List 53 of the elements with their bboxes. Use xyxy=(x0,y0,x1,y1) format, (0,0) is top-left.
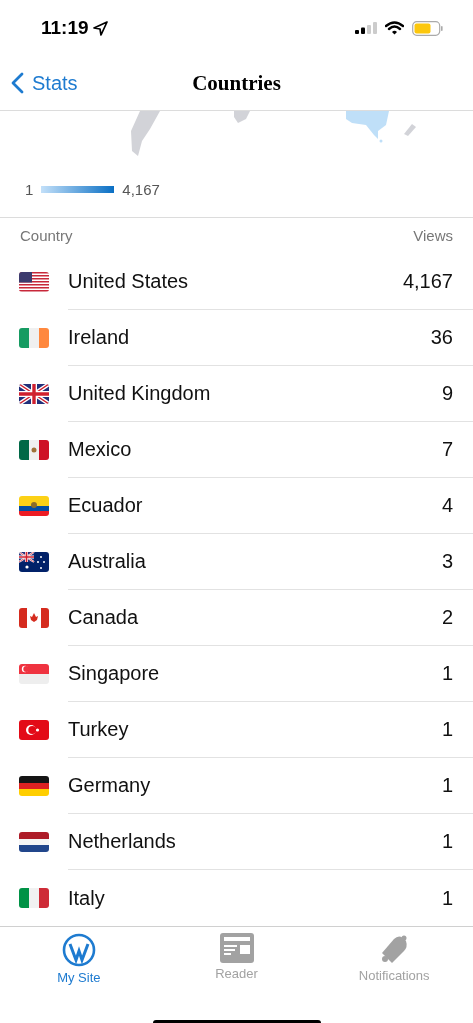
country-name: Germany xyxy=(68,774,151,797)
flag-icon xyxy=(19,440,49,460)
view-count: 4 xyxy=(441,494,453,517)
flag-icon xyxy=(19,832,49,852)
legend-max: 4,167 xyxy=(122,180,160,198)
country-name: Singapore xyxy=(68,662,160,685)
wifi-icon xyxy=(385,21,404,35)
flag-icon xyxy=(19,608,49,628)
column-header: Views xyxy=(413,227,453,246)
wordpress-logo-icon xyxy=(61,933,96,967)
view-count: 1 xyxy=(441,774,453,797)
newspaper-icon xyxy=(219,933,254,963)
view-count: 2 xyxy=(441,606,453,629)
view-count: 9 xyxy=(441,382,453,405)
flag-icon xyxy=(19,552,49,572)
view-count: 1 xyxy=(441,718,453,741)
country-name: United States xyxy=(68,270,189,293)
tab-bar-item[interactable]: Notifications xyxy=(315,927,473,991)
tab-bar-item[interactable]: Reader xyxy=(157,927,316,991)
view-count: 36 xyxy=(430,326,453,349)
view-count: 4,167 xyxy=(402,270,453,293)
country-name: Netherlands xyxy=(68,830,176,853)
location-arrow-icon xyxy=(92,20,108,36)
view-count: 3 xyxy=(441,550,453,573)
signal-icon xyxy=(355,22,377,34)
view-count: 1 xyxy=(441,886,453,910)
country-name: Canada xyxy=(68,606,139,629)
flag-icon xyxy=(19,776,49,796)
country-name: Australia xyxy=(68,550,146,573)
flag-icon xyxy=(19,384,49,404)
flag-icon xyxy=(19,496,49,516)
country-name: Mexico xyxy=(68,438,132,461)
flag-icon xyxy=(19,720,49,740)
country-name: Italy xyxy=(68,886,105,910)
country-name: Ecuador xyxy=(68,494,143,517)
chevron-left-icon xyxy=(11,72,24,94)
clock-time: 11:19 xyxy=(41,17,89,39)
view-count: 1 xyxy=(441,662,453,685)
flag-icon xyxy=(19,888,49,908)
flag-icon xyxy=(19,328,49,348)
view-count: 1 xyxy=(441,830,453,853)
flag-icon xyxy=(19,272,49,292)
legend-min: 1 xyxy=(25,180,34,198)
page-title: Countries xyxy=(192,70,281,96)
country-name: Turkey xyxy=(68,718,129,741)
flag-icon xyxy=(19,664,49,684)
country-name: United Kingdom xyxy=(68,382,211,405)
country-name: Ireland xyxy=(68,326,130,349)
battery-icon xyxy=(412,20,443,36)
back-button[interactable]: Stats xyxy=(11,71,78,95)
column-header: Country xyxy=(20,227,73,246)
view-count: 7 xyxy=(441,438,453,461)
tab-bar-item[interactable]: My Site xyxy=(0,927,158,991)
